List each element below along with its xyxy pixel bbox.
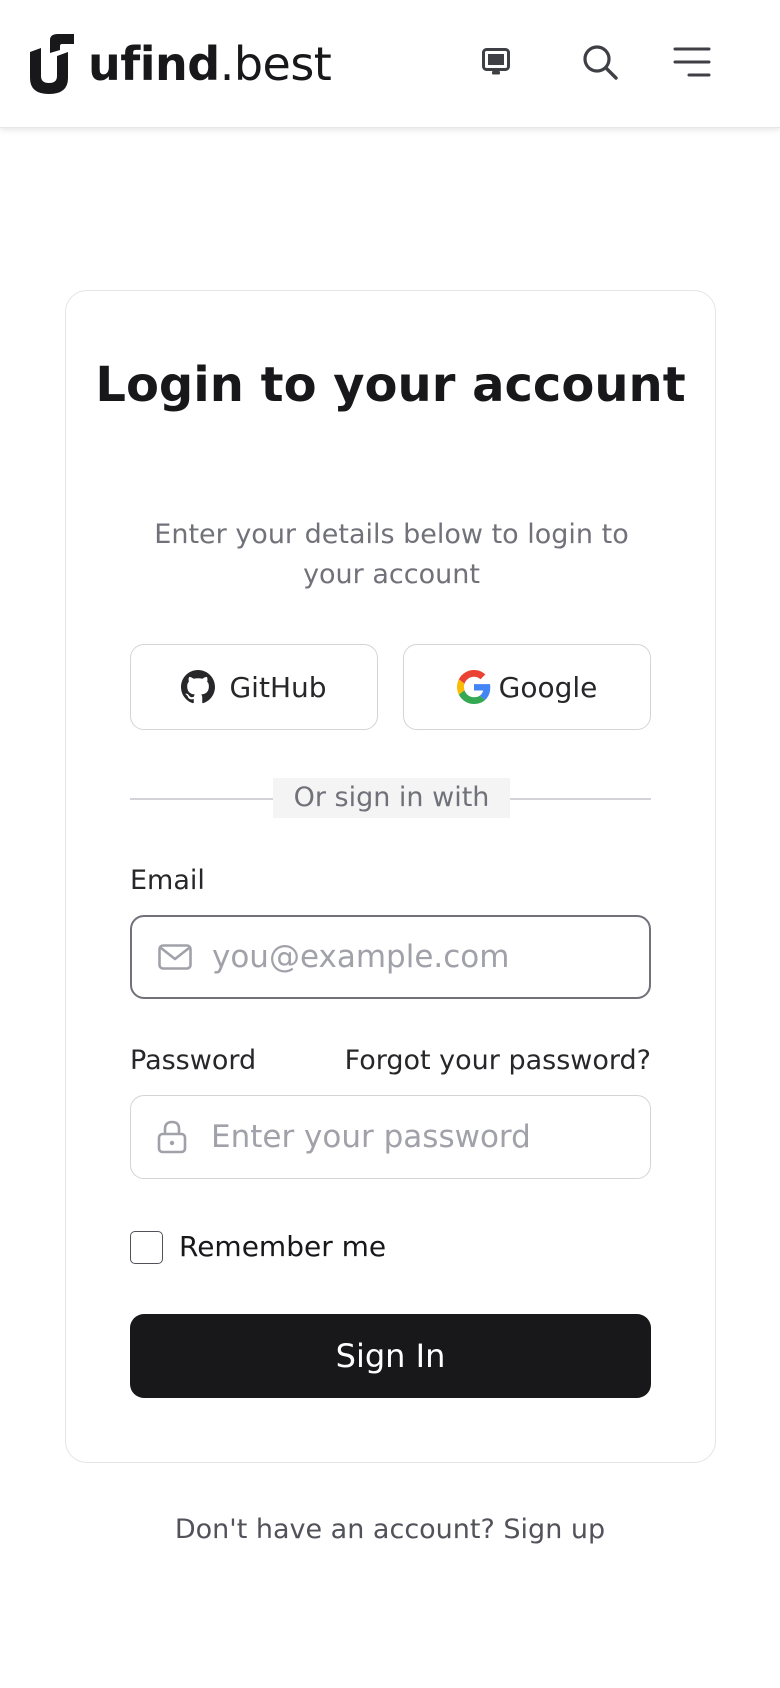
lock-icon [157, 1120, 187, 1154]
search-icon[interactable] [578, 40, 622, 84]
page-title: Login to your account [95, 357, 686, 413]
monitor-icon[interactable] [474, 40, 518, 84]
google-login-button[interactable]: Google [403, 644, 651, 730]
github-login-button[interactable]: GitHub [130, 644, 378, 730]
brand-logo[interactable]: ufind.best [30, 34, 332, 94]
github-icon [181, 670, 216, 704]
page-subtitle: Enter your details below to login to you… [154, 519, 629, 590]
menu-icon[interactable] [670, 40, 714, 84]
brand-name: ufind.best [88, 37, 332, 91]
top-header: ufind.best [0, 0, 780, 128]
password-label: Password [130, 1045, 257, 1076]
sign-in-button[interactable]: Sign In [130, 1314, 651, 1398]
email-label: Email [130, 865, 205, 896]
divider-left [130, 798, 273, 800]
remember-me-checkbox[interactable] [130, 1230, 163, 1264]
password-input[interactable] [211, 1096, 641, 1178]
divider-right [510, 798, 651, 800]
signup-prompt: Don't have an account? Sign up [0, 1510, 780, 1550]
email-input[interactable] [212, 917, 642, 997]
email-field-wrapper [130, 915, 651, 999]
divider-text: Or sign in with [273, 778, 510, 818]
brand-mark-icon [30, 34, 74, 94]
github-button-label: GitHub [229, 670, 327, 704]
sign-up-link[interactable]: Sign up [503, 1514, 605, 1545]
password-field-wrapper [130, 1095, 651, 1179]
login-card: Login to your account Enter your details… [65, 290, 716, 1463]
google-button-label: Google [498, 670, 598, 704]
mail-icon [158, 944, 192, 970]
remember-me-label: Remember me [179, 1230, 387, 1263]
google-icon [456, 670, 490, 704]
remember-me-row[interactable]: Remember me [130, 1229, 386, 1265]
forgot-password-link[interactable]: Forgot your password? [345, 1043, 651, 1079]
signup-prompt-text: Don't have an account? [174, 1514, 495, 1545]
